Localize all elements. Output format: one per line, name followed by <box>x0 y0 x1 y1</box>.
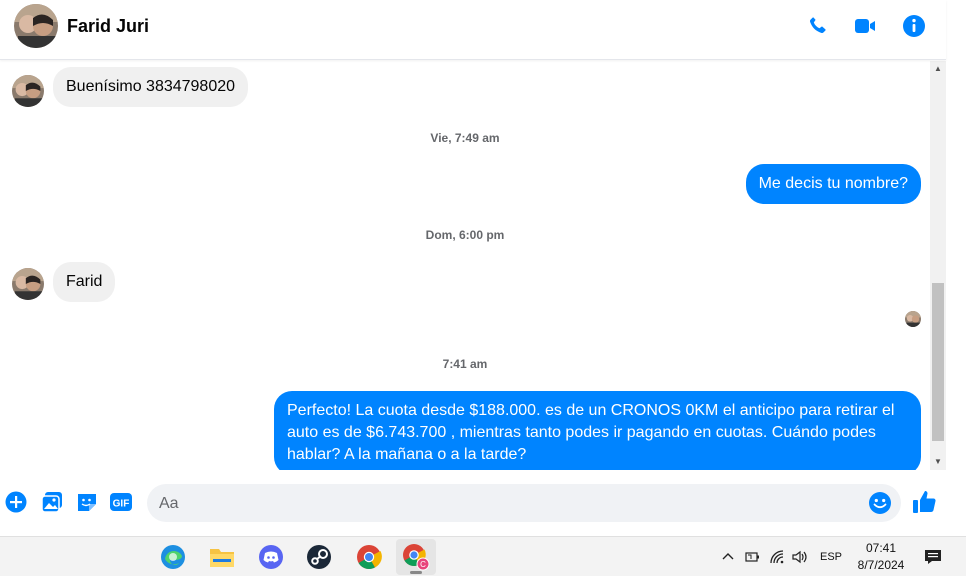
svg-text:C: C <box>420 560 426 569</box>
input-language[interactable]: ESP <box>820 537 842 577</box>
file-explorer-icon[interactable] <box>202 539 242 575</box>
chrome-icon[interactable] <box>349 539 389 575</box>
outgoing-message[interactable]: Perfecto! La cuota desde $188.000. es de… <box>274 391 921 470</box>
sender-avatar[interactable] <box>12 268 44 300</box>
chat-scrollbar[interactable]: ▲ ▼ <box>930 61 946 470</box>
notifications-icon[interactable] <box>924 537 942 577</box>
wifi-icon[interactable] <box>770 537 786 577</box>
battery-plug-icon[interactable] <box>745 537 761 577</box>
show-hidden-icons-chevron-up-icon[interactable] <box>722 537 734 577</box>
info-icon[interactable] <box>902 14 926 38</box>
timestamp: 7:41 am <box>442 357 488 371</box>
steam-icon[interactable] <box>299 539 339 575</box>
sticker-icon[interactable] <box>76 491 98 513</box>
gif-icon[interactable]: GIF <box>110 491 132 513</box>
photo-icon[interactable] <box>41 491 63 513</box>
timestamp: Dom, 6:00 pm <box>425 228 505 242</box>
incoming-message[interactable]: Buenísimo 3834798020 <box>53 67 249 107</box>
message-composer: GIF Aa <box>0 470 966 536</box>
emoji-icon[interactable] <box>868 491 892 515</box>
chrome-profile-icon[interactable]: C <box>396 539 436 575</box>
message-input-placeholder: Aa <box>159 495 179 512</box>
like-thumbs-up-icon[interactable] <box>912 489 938 515</box>
message-input[interactable]: Aa <box>147 484 901 522</box>
clock-date: 8/7/2024 <box>857 558 905 572</box>
clock[interactable]: 07:41 8/7/2024 <box>846 540 916 574</box>
scroll-down-arrow-icon[interactable]: ▼ <box>930 454 946 470</box>
messenger-window: Farid Juri Buenísimo 3834798020 Vie, 7:4… <box>0 0 966 536</box>
scroll-up-arrow-icon[interactable]: ▲ <box>930 61 946 77</box>
sender-avatar[interactable] <box>12 75 44 107</box>
contact-name[interactable]: Farid Juri <box>67 16 149 37</box>
discord-icon[interactable] <box>251 539 291 575</box>
incoming-message[interactable]: Farid <box>53 262 116 302</box>
contact-avatar[interactable] <box>14 4 58 48</box>
chat-header: Farid Juri <box>0 0 946 60</box>
outgoing-message[interactable]: Me decis tu nombre? <box>745 164 921 204</box>
phone-icon[interactable] <box>806 14 830 38</box>
edge-icon[interactable] <box>153 539 193 575</box>
volume-icon[interactable] <box>792 537 808 577</box>
timestamp: Vie, 7:49 am <box>430 131 500 145</box>
video-call-icon[interactable] <box>853 14 877 38</box>
scrollbar-thumb[interactable] <box>932 283 944 441</box>
seen-receipt-avatar <box>905 311 921 327</box>
clock-time: 07:41 <box>865 541 897 555</box>
message-list[interactable]: Buenísimo 3834798020 Vie, 7:49 am Me dec… <box>0 61 930 470</box>
add-more-icon[interactable] <box>5 491 27 513</box>
svg-text:GIF: GIF <box>113 499 130 510</box>
windows-taskbar: C ESP 07:41 8/7/2024 <box>0 536 966 576</box>
